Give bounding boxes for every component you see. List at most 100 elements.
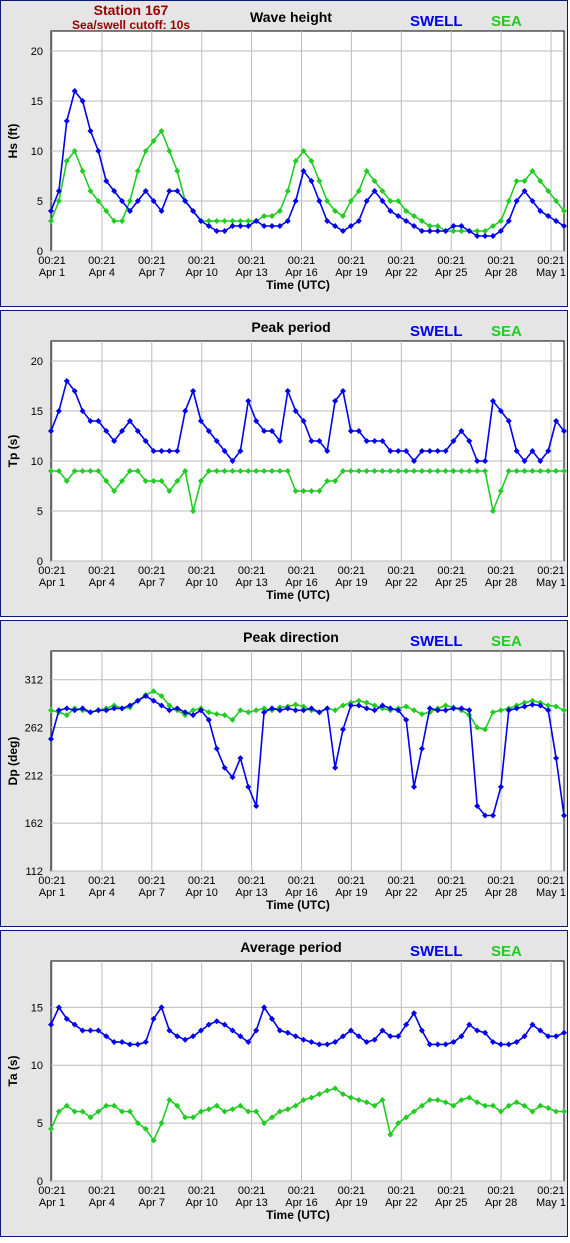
chart-title: Wave height (250, 9, 332, 25)
x-tick-date: Apr 25 (435, 577, 467, 589)
y-tick-label: 162 (25, 818, 43, 830)
y-axis-label: Hs (ft) (6, 124, 20, 159)
chart-title: Average period (240, 939, 341, 955)
y-axis-label: Dp (deg) (6, 737, 20, 786)
x-tick-time: 00:21 (338, 565, 366, 577)
x-tick-time: 00:21 (338, 1185, 366, 1197)
y-axis-label: Ta (s) (6, 1055, 20, 1086)
x-tick-date: May 1 (536, 577, 566, 589)
x-tick-date: Apr 22 (385, 577, 417, 589)
x-tick-time: 00:21 (437, 1185, 465, 1197)
cutoff-label: Sea/swell cutoff: 10s (72, 18, 190, 32)
x-tick-time: 00:21 (38, 1185, 66, 1197)
x-tick-time: 00:21 (487, 565, 515, 577)
x-tick-date: Apr 28 (485, 1197, 517, 1209)
x-tick-time: 00:21 (138, 1185, 166, 1197)
x-tick-date: Apr 19 (335, 887, 367, 899)
x-tick-date: Apr 28 (485, 887, 517, 899)
x-tick-date: Apr 13 (235, 577, 267, 589)
wave-height-panel: 0 5 10 15 20 00:21 Apr 1 00:21 Apr 4 00:21 Apr 7 00… (0, 0, 568, 307)
x-tick-date: Apr 7 (139, 887, 165, 899)
x-tick-date: Apr 7 (139, 267, 165, 279)
x-tick-time: 00:21 (388, 1185, 416, 1197)
plot-area (50, 30, 565, 252)
legend-sea: SEA (491, 633, 522, 650)
x-tick-date: Apr 4 (89, 1197, 115, 1209)
y-tick-label: 10 (31, 1060, 43, 1072)
x-tick-date: Apr 1 (39, 1197, 65, 1209)
x-tick-time: 00:21 (238, 875, 266, 887)
legend-swell: SWELL (410, 633, 463, 650)
y-tick-label: 15 (31, 96, 43, 108)
chart-title: Peak period (251, 319, 330, 335)
x-tick-date: Apr 7 (139, 577, 165, 589)
x-tick-date: May 1 (536, 887, 566, 899)
x-tick-date: Apr 22 (385, 267, 417, 279)
x-tick-date: Apr 13 (235, 887, 267, 899)
x-tick-date: Apr 22 (385, 1197, 417, 1209)
x-tick-time: 00:21 (188, 565, 216, 577)
x-tick-time: 00:21 (487, 875, 515, 887)
x-tick-time: 00:21 (437, 565, 465, 577)
x-axis-label: Time (UTC) (266, 588, 330, 602)
y-tick-label: 5 (37, 506, 43, 518)
peak-period-panel: 0 5 10 15 20 00:21 Apr 1 00:21 Apr 4 00:21 Apr 7 00… (0, 310, 568, 617)
peak-period-chart: 0510152000:21Apr 100:21Apr 400:21Apr 700… (6, 319, 567, 602)
x-tick-date: Apr 22 (385, 887, 417, 899)
y-tick-label: 10 (31, 146, 43, 158)
x-tick-time: 00:21 (537, 1185, 565, 1197)
legend-swell: SWELL (410, 13, 463, 30)
y-tick-label: 5 (37, 1118, 43, 1130)
x-tick-date: Apr 13 (235, 1197, 267, 1209)
x-tick-date: Apr 1 (39, 577, 65, 589)
x-tick-time: 00:21 (188, 875, 216, 887)
plot-area (50, 650, 565, 872)
x-tick-time: 00:21 (537, 565, 565, 577)
x-tick-date: Apr 25 (435, 267, 467, 279)
x-tick-time: 00:21 (487, 1185, 515, 1197)
x-tick-date: Apr 10 (185, 1197, 217, 1209)
legend-swell: SWELL (410, 323, 463, 340)
y-tick-label: 312 (25, 675, 43, 687)
x-tick-date: May 1 (536, 267, 566, 279)
x-tick-date: Apr 25 (435, 1197, 467, 1209)
plot-area (50, 960, 565, 1182)
x-tick-time: 00:21 (487, 255, 515, 267)
x-tick-time: 00:21 (437, 255, 465, 267)
x-tick-date: Apr 4 (89, 577, 115, 589)
x-axis-label: Time (UTC) (266, 278, 330, 292)
x-tick-time: 00:21 (437, 875, 465, 887)
x-tick-date: Apr 7 (139, 1197, 165, 1209)
x-tick-date: Apr 28 (485, 267, 517, 279)
x-tick-date: May 1 (536, 1197, 566, 1209)
y-axis-label: Tp (s) (6, 435, 20, 468)
y-tick-label: 5 (37, 196, 43, 208)
y-tick-label: 15 (31, 406, 43, 418)
x-axis-label: Time (UTC) (266, 898, 330, 912)
x-tick-time: 00:21 (338, 255, 366, 267)
x-tick-time: 00:21 (288, 875, 316, 887)
x-tick-time: 00:21 (288, 255, 316, 267)
x-tick-date: Apr 25 (435, 887, 467, 899)
x-tick-time: 00:21 (537, 255, 565, 267)
x-tick-time: 00:21 (388, 565, 416, 577)
x-tick-date: Apr 10 (185, 267, 217, 279)
x-tick-time: 00:21 (338, 875, 366, 887)
peak-direction-chart: 11216221226231200:21Apr 100:21Apr 400:21… (6, 629, 567, 912)
chart-title: Peak direction (243, 629, 339, 645)
x-tick-time: 00:21 (38, 565, 66, 577)
x-tick-date: Apr 4 (89, 267, 115, 279)
x-tick-date: Apr 28 (485, 577, 517, 589)
x-tick-date: Apr 4 (89, 887, 115, 899)
legend-sea: SEA (491, 323, 522, 340)
x-tick-time: 00:21 (88, 255, 116, 267)
x-tick-time: 00:21 (88, 565, 116, 577)
average-period-chart: 05101500:21Apr 100:21Apr 400:21Apr 700:2… (6, 939, 567, 1222)
x-tick-date: Apr 1 (39, 267, 65, 279)
y-tick-label: 20 (31, 46, 43, 58)
x-tick-date: Apr 10 (185, 887, 217, 899)
peak-direction-panel: 112 162 212 262 312 00:21 Apr 1 00:21 Apr 4 00:21… (0, 620, 568, 927)
legend-sea: SEA (491, 13, 522, 30)
x-tick-time: 00:21 (138, 255, 166, 267)
x-tick-date: Apr 13 (235, 267, 267, 279)
